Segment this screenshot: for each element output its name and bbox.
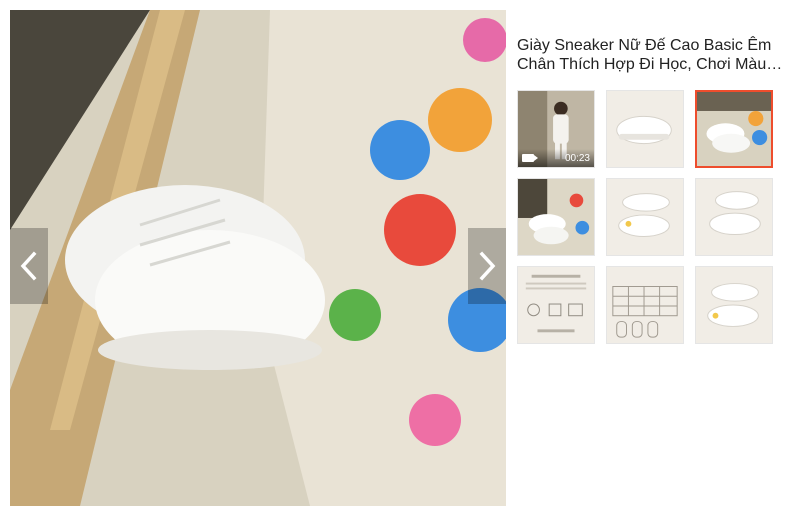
- thumbnail-size-chart: [607, 267, 683, 343]
- thumbnail-shoes-front: [696, 179, 772, 255]
- thumbnail-care-guide: [518, 267, 594, 343]
- thumbnail-shoes-flowers: [518, 179, 594, 255]
- thumbnail-image[interactable]: [517, 178, 595, 256]
- thumbnail-shoes-pair: [607, 179, 683, 255]
- chevron-right-icon: [479, 251, 496, 281]
- previous-image-button[interactable]: [10, 228, 48, 304]
- thumbnail-shoe-side: [607, 91, 683, 167]
- thumbnail-grid: 00:23: [517, 90, 775, 344]
- thumbnail-image-selected[interactable]: [695, 90, 773, 168]
- thumbnail-image[interactable]: [517, 266, 595, 344]
- video-badge: 00:23: [518, 149, 594, 167]
- thumbnail-image[interactable]: [606, 266, 684, 344]
- chevron-left-icon: [20, 251, 37, 281]
- main-product-image[interactable]: [10, 10, 506, 506]
- thumbnail-image[interactable]: [695, 266, 773, 344]
- next-image-button[interactable]: [468, 228, 506, 304]
- thumbnail-image[interactable]: [606, 90, 684, 168]
- video-duration: 00:23: [564, 152, 590, 164]
- thumbnail-shoes-pair-2: [696, 267, 772, 343]
- product-title: Giày Sneaker Nữ Đế Cao Basic Êm Chân Thí…: [517, 37, 772, 73]
- product-photo: [10, 10, 506, 506]
- thumbnail-shoes-on-chair: [697, 92, 771, 166]
- thumbnail-image[interactable]: [606, 178, 684, 256]
- thumbnail-image[interactable]: [695, 178, 773, 256]
- thumbnail-video[interactable]: 00:23: [517, 90, 595, 168]
- video-camera-icon: [522, 154, 538, 162]
